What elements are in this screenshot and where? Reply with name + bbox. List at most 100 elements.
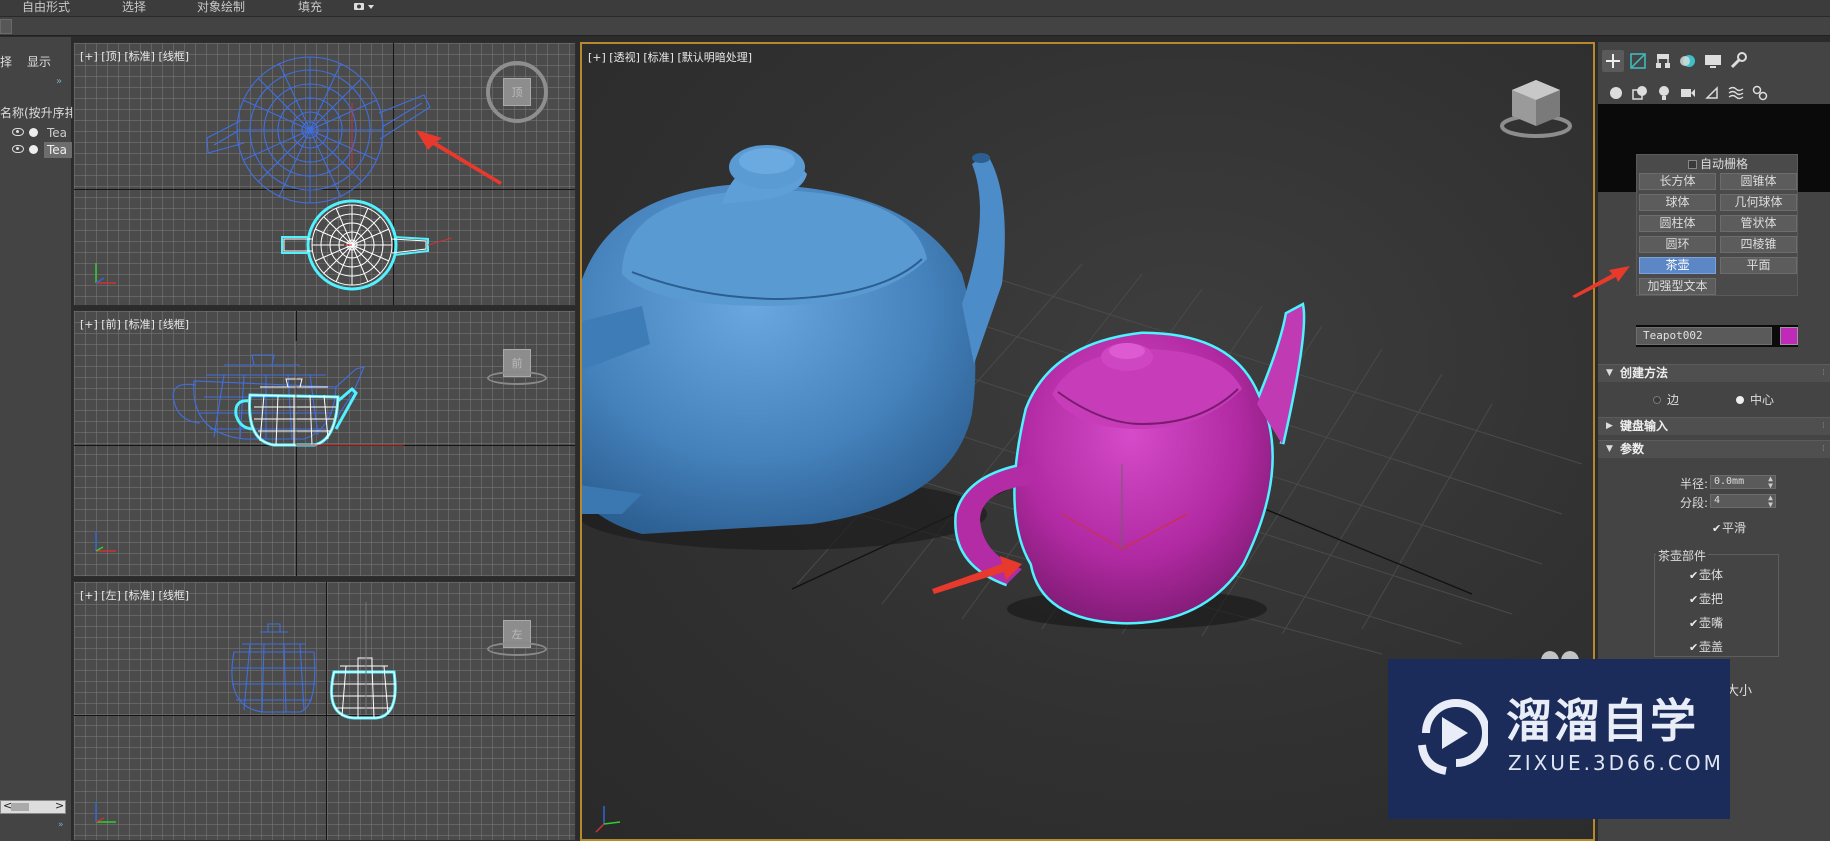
viewcube-ring[interactable] <box>487 371 547 385</box>
ribbon-tab-object-paint[interactable]: 对象绘制 <box>197 0 245 16</box>
textplus-button[interactable]: 加强型文本 <box>1639 278 1716 295</box>
freeze-dot-icon[interactable] <box>29 128 38 137</box>
part-lid-checkbox[interactable]: ✔壶盖 <box>1689 638 1723 655</box>
watermark: 溜溜自学 ZIXUE.3D66.COM <box>1388 659 1730 819</box>
box-button[interactable]: 长方体 <box>1639 173 1716 190</box>
tube-button[interactable]: 管状体 <box>1720 215 1797 232</box>
utilities-icon[interactable] <box>1727 50 1749 72</box>
parameters-rollout-header[interactable]: ▼ 参数 ⁞ <box>1598 440 1830 458</box>
ribbon-tab-selection[interactable]: 选择 <box>122 0 146 16</box>
collapse-triangle-icon: ▼ <box>1606 444 1613 454</box>
spinner-arrows-icon[interactable]: ▲ ▼ <box>1768 494 1773 509</box>
geosphere-button[interactable]: 几何球体 <box>1720 194 1797 211</box>
rollout-grip-icon: ⁞ <box>1822 421 1825 431</box>
ribbon-tab-freeform[interactable]: 自由形式 <box>22 0 70 16</box>
explorer-item-selected[interactable]: Tea <box>12 142 72 158</box>
create-subcategories <box>1598 80 1830 104</box>
plane-button[interactable]: 平面 <box>1720 257 1797 274</box>
scrollbar-thumb[interactable] <box>11 803 29 811</box>
torus-button[interactable]: 圆环 <box>1639 236 1716 253</box>
explorer-horizontal-scrollbar[interactable]: < > <box>0 799 66 814</box>
rollout-grip-icon: ⁞ <box>1822 444 1825 454</box>
checkbox-label: 平滑 <box>1722 521 1747 535</box>
explorer-tab-select[interactable]: 择 <box>0 53 12 70</box>
explorer-column-header[interactable]: 名称(按升序排 <box>0 104 77 121</box>
smooth-checkbox[interactable]: ✔平滑 <box>1712 519 1746 536</box>
checkbox-icon[interactable] <box>1687 160 1697 169</box>
viewport-top[interactable]: [+] [顶] [标准] [线框] 顶 <box>73 42 576 306</box>
radio-icon[interactable] <box>1653 396 1661 404</box>
checkmark-icon[interactable]: ✔ <box>1689 569 1699 582</box>
pyramid-button[interactable]: 四棱锥 <box>1720 236 1797 253</box>
ribbon-field[interactable] <box>0 19 12 34</box>
segments-value[interactable]: 4 <box>1714 495 1720 506</box>
cameras-icon[interactable] <box>1680 85 1696 101</box>
rollout-title: 参数 <box>1620 442 1645 456</box>
checkbox-label: 壶把 <box>1699 592 1724 606</box>
object-name-field[interactable]: Teapot002 <box>1636 327 1772 345</box>
checkmark-icon[interactable]: ✔ <box>1689 641 1699 654</box>
teapot-parts-group: 茶壶部件 ✔壶体 ✔壶把 ✔壶嘴 ✔壶盖 <box>1654 547 1779 657</box>
rollout-title: 键盘输入 <box>1620 419 1669 433</box>
geometry-icon[interactable] <box>1608 85 1624 101</box>
collapse-chevron-icon[interactable]: » <box>58 820 64 830</box>
visibility-eye-icon[interactable] <box>12 145 24 153</box>
collapse-triangle-icon: ▼ <box>1606 368 1613 378</box>
expand-chevron-icon[interactable]: » <box>56 76 62 87</box>
autogrid-checkbox[interactable]: 自动栅格 <box>1637 155 1799 173</box>
watermark-url: ZIXUE.3D66.COM <box>1508 751 1724 775</box>
explorer-tab-display[interactable]: 显示 <box>27 53 51 70</box>
radius-value[interactable]: 0.0mm <box>1714 476 1744 487</box>
camera-dropdown-icon[interactable] <box>352 1 376 17</box>
lights-icon[interactable] <box>1656 85 1672 101</box>
cylinder-button[interactable]: 圆柱体 <box>1639 215 1716 232</box>
radius-spinner[interactable]: 0.0mm ▲ ▼ <box>1710 475 1776 490</box>
spinner-arrows-icon[interactable]: ▲ ▼ <box>1768 475 1773 490</box>
create-icon[interactable] <box>1602 50 1624 72</box>
modify-icon[interactable] <box>1627 50 1649 72</box>
sphere-button[interactable]: 球体 <box>1639 194 1716 211</box>
object-color-swatch[interactable] <box>1780 327 1798 345</box>
visibility-eye-icon[interactable] <box>12 128 24 136</box>
viewcube[interactable]: 顶 <box>503 78 531 106</box>
part-spout-checkbox[interactable]: ✔壶嘴 <box>1689 614 1723 631</box>
red-annotation-arrow <box>416 130 502 185</box>
radio-icon[interactable] <box>1736 396 1744 404</box>
scene-explorer: 择 显示 » 名称(按升序排 Tea Tea < > » <box>0 37 77 841</box>
radio-label: 中心 <box>1750 393 1775 407</box>
explorer-item-label: Tea <box>47 126 68 140</box>
teapot-button[interactable]: 茶壶 <box>1639 257 1716 274</box>
spacewarps-icon[interactable] <box>1728 85 1744 101</box>
command-panel-tabs <box>1598 42 1830 80</box>
ribbon-tab-populate[interactable]: 填充 <box>298 0 322 16</box>
shapes-icon[interactable] <box>1632 85 1648 101</box>
helpers-icon[interactable] <box>1704 85 1720 101</box>
checkbox-label: 壶盖 <box>1699 640 1724 654</box>
checkmark-icon[interactable]: ✔ <box>1712 522 1722 535</box>
creation-method-rollout-header[interactable]: ▼ 创建方法 ⁞ <box>1598 364 1830 382</box>
checkmark-icon[interactable]: ✔ <box>1689 617 1699 630</box>
display-icon[interactable] <box>1702 50 1724 72</box>
red-annotation-arrow <box>1572 266 1630 298</box>
viewcube-3d[interactable] <box>1500 72 1580 142</box>
motion-icon[interactable] <box>1677 50 1699 72</box>
creation-center-radio[interactable]: 中心 <box>1736 391 1774 408</box>
hierarchy-icon[interactable] <box>1652 50 1674 72</box>
ribbon-bar: 自由形式 选择 对象绘制 填充 <box>0 0 1830 16</box>
explorer-item[interactable]: Tea <box>12 125 72 141</box>
creation-edge-radio[interactable]: 边 <box>1653 391 1679 408</box>
keyboard-entry-rollout-header[interactable]: ▶ 键盘输入 ⁞ <box>1598 417 1830 435</box>
viewport-left[interactable]: [+] [左] [标准] [线框] 左 <box>73 581 576 841</box>
viewport-front[interactable]: [+] [前] [标准] [线框] 前 <box>73 310 576 577</box>
part-body-checkbox[interactable]: ✔壶体 <box>1689 566 1723 583</box>
checkmark-icon[interactable]: ✔ <box>1689 593 1699 606</box>
freeze-dot-icon[interactable] <box>29 145 38 154</box>
part-handle-checkbox[interactable]: ✔壶把 <box>1689 590 1723 607</box>
cone-button[interactable]: 圆锥体 <box>1720 173 1797 190</box>
radius-label: 半径: <box>1679 477 1708 491</box>
ribbon-sub-bar <box>0 16 1830 36</box>
viewcube-ring[interactable] <box>487 642 547 656</box>
segments-spinner[interactable]: 4 ▲ ▼ <box>1710 494 1776 509</box>
scroll-right-icon[interactable]: > <box>55 799 64 812</box>
systems-icon[interactable] <box>1752 85 1768 101</box>
